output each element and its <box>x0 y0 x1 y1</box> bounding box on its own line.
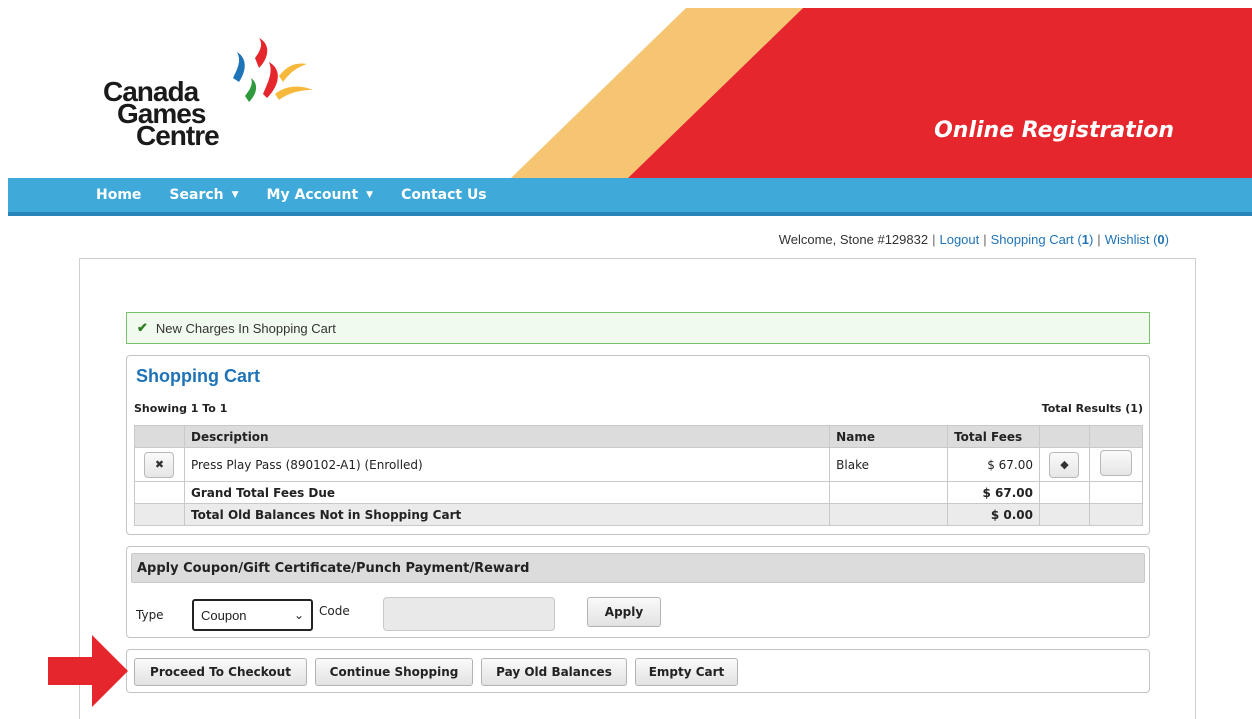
cart-count: 1 <box>1081 232 1089 247</box>
shopping-cart-link[interactable]: Shopping Cart (1) <box>991 232 1094 247</box>
cart-actions: Proceed To Checkout Continue Shopping Pa… <box>126 649 1150 693</box>
shopping-cart-section: Shopping Cart Showing 1 To 1 Total Resul… <box>126 355 1150 535</box>
checkmark-icon: ✔ <box>137 320 148 335</box>
nav-home[interactable]: Home <box>96 187 141 203</box>
item-name: Blake <box>829 447 949 482</box>
showing-range: Showing 1 To 1 <box>134 402 228 415</box>
logo-flame-icon <box>233 38 313 102</box>
cart-title: Shopping Cart <box>136 366 260 386</box>
success-notice: ✔ New Charges In Shopping Cart <box>126 312 1150 344</box>
nav-search-label: Search <box>169 187 224 203</box>
coupon-section: Apply Coupon/Gift Certificate/Punch Paym… <box>126 546 1150 638</box>
nav-search[interactable]: Search ▼ <box>169 187 238 203</box>
select-cell <box>1088 447 1144 482</box>
welcome-text: Welcome, Stone #129832 <box>778 232 929 247</box>
banner-title: Online Registration <box>934 118 1174 143</box>
shopping-cart-link-label: Shopping Cart <box>990 232 1074 247</box>
header-select <box>1088 425 1144 448</box>
old-balances-row: Total Old Balances Not in Shopping Cart … <box>134 503 1144 526</box>
grand-total-row: Grand Total Fees Due $ 67.00 <box>134 481 1144 504</box>
apply-discount-button[interactable]: ◆ <box>1049 451 1080 478</box>
nav-my-account-label: My Account <box>266 187 359 203</box>
discount-cell: ◆ <box>1039 447 1090 482</box>
total-results: Total Results (1) <box>1041 402 1143 415</box>
old-balances-value: $ 0.00 <box>947 503 1040 526</box>
type-label: Type <box>136 608 164 622</box>
header-discount <box>1039 425 1090 448</box>
chevron-down-icon: ⌄ <box>293 608 304 622</box>
remove-cell: ✖ <box>134 447 185 482</box>
apply-coupon-button[interactable]: Apply <box>587 597 661 627</box>
separator: | <box>932 232 936 247</box>
coupon-code-input[interactable] <box>383 597 555 631</box>
arrow-right-icon <box>48 635 128 707</box>
nav-contact-label: Contact Us <box>401 187 487 203</box>
empty-cart-button[interactable]: Empty Cart <box>635 658 738 686</box>
item-option-button[interactable] <box>1099 450 1132 476</box>
remove-item-button[interactable]: ✖ <box>144 451 175 478</box>
header-name: Name <box>829 425 949 448</box>
main-nav: Home Search ▼ My Account ▼ Contact Us <box>8 178 1252 216</box>
pay-old-balances-button[interactable]: Pay Old Balances <box>481 658 627 686</box>
old-balances-label: Total Old Balances Not in Shopping Cart <box>183 503 831 526</box>
header-total-fees: Total Fees <box>947 425 1040 448</box>
tag-icon: ◆ <box>1060 458 1069 471</box>
nav-home-label: Home <box>96 187 142 203</box>
header-description: Description <box>183 425 831 448</box>
close-icon: ✖ <box>154 458 165 471</box>
separator: | <box>1097 232 1101 247</box>
separator: | <box>983 232 987 247</box>
wishlist-count: 0 <box>1157 232 1165 247</box>
grand-total-label: Grand Total Fees Due <box>183 481 831 504</box>
welcome-bar: Welcome, Stone #129832 | Logout | Shopping C… <box>779 232 1169 247</box>
wishlist-link-label: Wishlist <box>1104 232 1150 247</box>
continue-shopping-button[interactable]: Continue Shopping <box>315 658 473 686</box>
nav-my-account[interactable]: My Account ▼ <box>267 187 374 203</box>
logout-link[interactable]: Logout <box>939 232 979 247</box>
logo-text-line3: Centre <box>136 120 220 151</box>
cart-table: Description Name Total Fees ✖ Press Play… <box>134 425 1144 526</box>
canada-games-centre-logo[interactable]: Canada Games Centre <box>103 36 363 166</box>
item-fee: $ 67.00 <box>947 447 1040 482</box>
caret-down-icon: ▼ <box>231 190 239 200</box>
type-select[interactable]: Coupon ⌄ <box>192 599 313 631</box>
notice-text: New Charges In Shopping Cart <box>155 320 336 336</box>
header-remove <box>134 425 185 448</box>
proceed-to-checkout-button[interactable]: Proceed To Checkout <box>134 658 307 686</box>
grand-total-value: $ 67.00 <box>947 481 1040 504</box>
table-header-row: Description Name Total Fees <box>134 425 1144 448</box>
type-select-value: Coupon <box>201 607 247 623</box>
caret-down-icon: ▼ <box>366 190 374 200</box>
code-label: Code <box>319 604 350 618</box>
coupon-heading: Apply Coupon/Gift Certificate/Punch Paym… <box>131 553 1145 583</box>
wishlist-link[interactable]: Wishlist (0) <box>1105 232 1169 247</box>
nav-contact-us[interactable]: Contact Us <box>401 187 487 203</box>
site-header: Canada Games Centre Online Registration <box>8 8 1252 178</box>
table-row: ✖ Press Play Pass (890102-A1) (Enrolled)… <box>134 447 1144 482</box>
item-description: Press Play Pass (890102-A1) (Enrolled) <box>183 447 831 482</box>
